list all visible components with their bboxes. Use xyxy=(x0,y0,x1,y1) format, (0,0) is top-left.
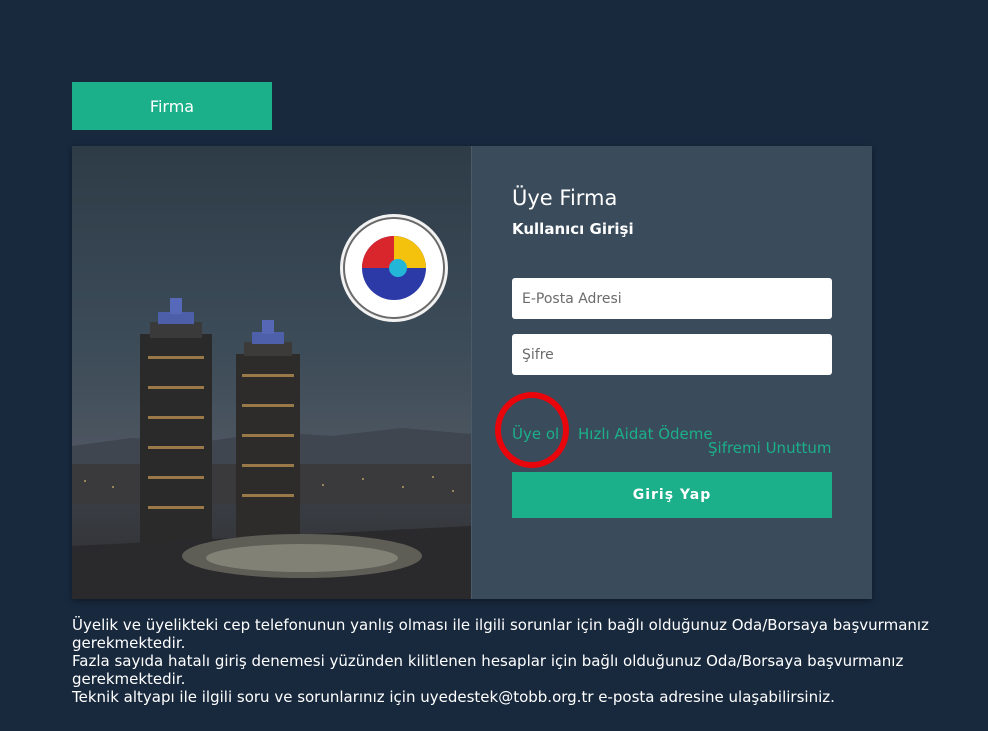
note-locked: Fazla sayıda hatalı giriş denemesi yüzün… xyxy=(72,652,904,688)
note-support: Teknik altyapı ile ilgili soru ve sorunl… xyxy=(72,688,835,706)
tobb-logo xyxy=(340,214,448,322)
city-towers-image xyxy=(72,146,472,599)
tobb-emblem-icon xyxy=(343,217,445,319)
form-subtitle: Kullanıcı Girişi xyxy=(512,220,634,238)
login-form: Üye Firma Kullanıcı Girişi Üye ol Hızlı … xyxy=(472,146,872,599)
firma-tab[interactable]: Firma xyxy=(72,82,272,130)
note-phone: Üyelik ve üyelikteki cep telefonunun yan… xyxy=(72,616,929,652)
password-input[interactable] xyxy=(512,334,832,375)
login-button[interactable]: Giriş Yap xyxy=(512,472,832,518)
quick-payment-link[interactable]: Hızlı Aidat Ödeme xyxy=(578,425,713,443)
info-notes: Üyelik ve üyelikteki cep telefonunun yan… xyxy=(72,616,932,706)
form-title: Üye Firma xyxy=(512,186,618,210)
login-card: Üye Firma Kullanıcı Girişi Üye ol Hızlı … xyxy=(72,146,872,599)
email-input[interactable] xyxy=(512,278,832,319)
forgot-password-link[interactable]: Şifremi Unuttum xyxy=(708,439,831,457)
register-link[interactable]: Üye ol xyxy=(512,425,559,443)
